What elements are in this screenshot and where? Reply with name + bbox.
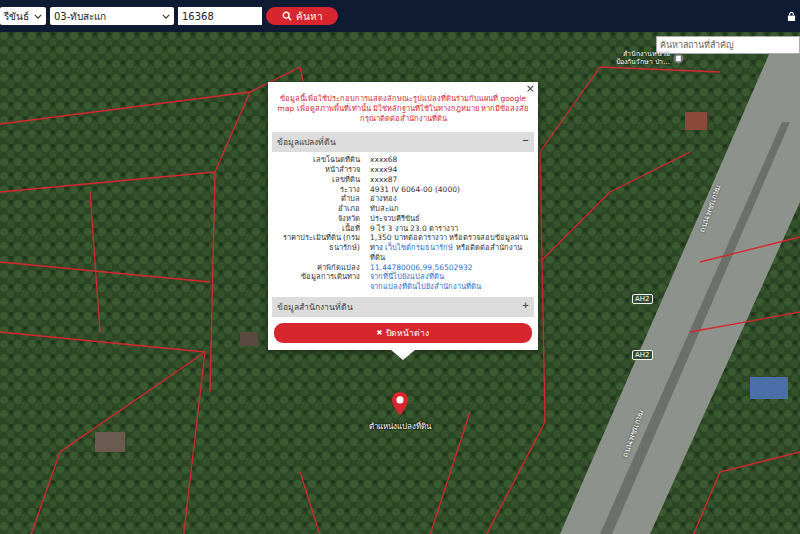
detail-row: เลขที่ดิน xxxx87: [272, 175, 534, 185]
province-select[interactable]: รีขันธ์: [0, 7, 46, 25]
section-header[interactable]: ข้อมูลสำนักงานที่ดิน+: [272, 297, 534, 317]
detail-row: ราคาประเมินที่ดิน (กรมธนารักษ์) 1,350 บา…: [272, 233, 534, 262]
parcel-number-input[interactable]: 16368: [178, 7, 262, 25]
map[interactable]: ค้นหาสถานที่สำคัญ สำนักงานหน่วยป้องกันรั…: [0, 32, 800, 534]
toolbar: รีขันธ์ 03-ทับสะแก 16368 ค้นหา: [0, 0, 800, 32]
link[interactable]: เว็บไซต์กรมธนารักษ์: [385, 243, 453, 252]
office-pin-icon: [673, 53, 684, 64]
highway-shield: AH2: [632, 350, 653, 360]
marker-label: ตำแหน่งแปลงที่ดิน: [350, 420, 450, 433]
parcel-popup: × ข้อมูลนี้เพื่อใช้ประกอบการแสดงลักษณะรู…: [268, 82, 538, 350]
section-header[interactable]: ข้อมูลแปลงที่ดิน−: [272, 132, 534, 152]
detail-row: ตำบล อ่างทอง: [272, 194, 534, 204]
close-window-button[interactable]: ✖ปิดหน้าต่าง: [274, 323, 532, 343]
link[interactable]: จากที่นี่ไปยังแปลงที่ดิน: [370, 272, 534, 282]
detail-row: หน้าสำรวจ xxxx94: [272, 165, 534, 175]
parcel-details: เลขโฉนดที่ดิน xxxx68หน้าสำรวจ xxxx94เลขท…: [272, 152, 534, 295]
chevron-down-icon: [162, 14, 170, 19]
page: รีขันธ์ 03-ทับสะแก 16368 ค้นหา ค้นหาสถาน…: [0, 0, 800, 534]
detail-row: อำเภอ ทับสะแก: [272, 204, 534, 214]
district-select[interactable]: 03-ทับสะแก: [50, 7, 174, 25]
detail-row: ค่าพิกัดแปลง 11.44780006,99.56502932: [272, 263, 534, 273]
magnifier-icon: [282, 11, 292, 21]
link[interactable]: 11.44780006,99.56502932: [370, 263, 473, 272]
detail-row: เลขโฉนดที่ดิน xxxx68: [272, 155, 534, 165]
poi-label: สำนักงานหน่วยป้องกันรักษา ป่า...: [616, 50, 670, 67]
lock-icon[interactable]: [787, 11, 796, 22]
detail-row: ระวาง 4931 IV 6064-00 (4000): [272, 185, 534, 195]
place-search-input[interactable]: ค้นหาสถานที่สำคัญ: [656, 36, 800, 54]
detail-row: ข้อมูลการเดินทาง จากที่นี่ไปยังแปลงที่ดิ…: [272, 272, 534, 292]
chevron-down-icon: [34, 14, 42, 19]
disclaimer: ข้อมูลนี้เพื่อใช้ประกอบการแสดงลักษณะรูปแ…: [272, 94, 534, 130]
close-popup-button[interactable]: ×: [526, 82, 535, 95]
poi[interactable]: สำนักงานหน่วยป้องกันรักษา ป่า...: [616, 50, 684, 67]
search-button[interactable]: ค้นหา: [266, 7, 338, 25]
highway-shield: AH2: [632, 294, 653, 304]
map-marker-icon[interactable]: [391, 391, 409, 416]
detail-row: จังหวัด ประจวบคีรีขันธ์: [272, 214, 534, 224]
detail-row: เนื้อที่ 9 ไร่ 3 งาน 23.0 ตารางวา: [272, 224, 534, 234]
link[interactable]: จากแปลงที่ดินไปยังสำนักงานที่ดิน: [370, 282, 534, 292]
